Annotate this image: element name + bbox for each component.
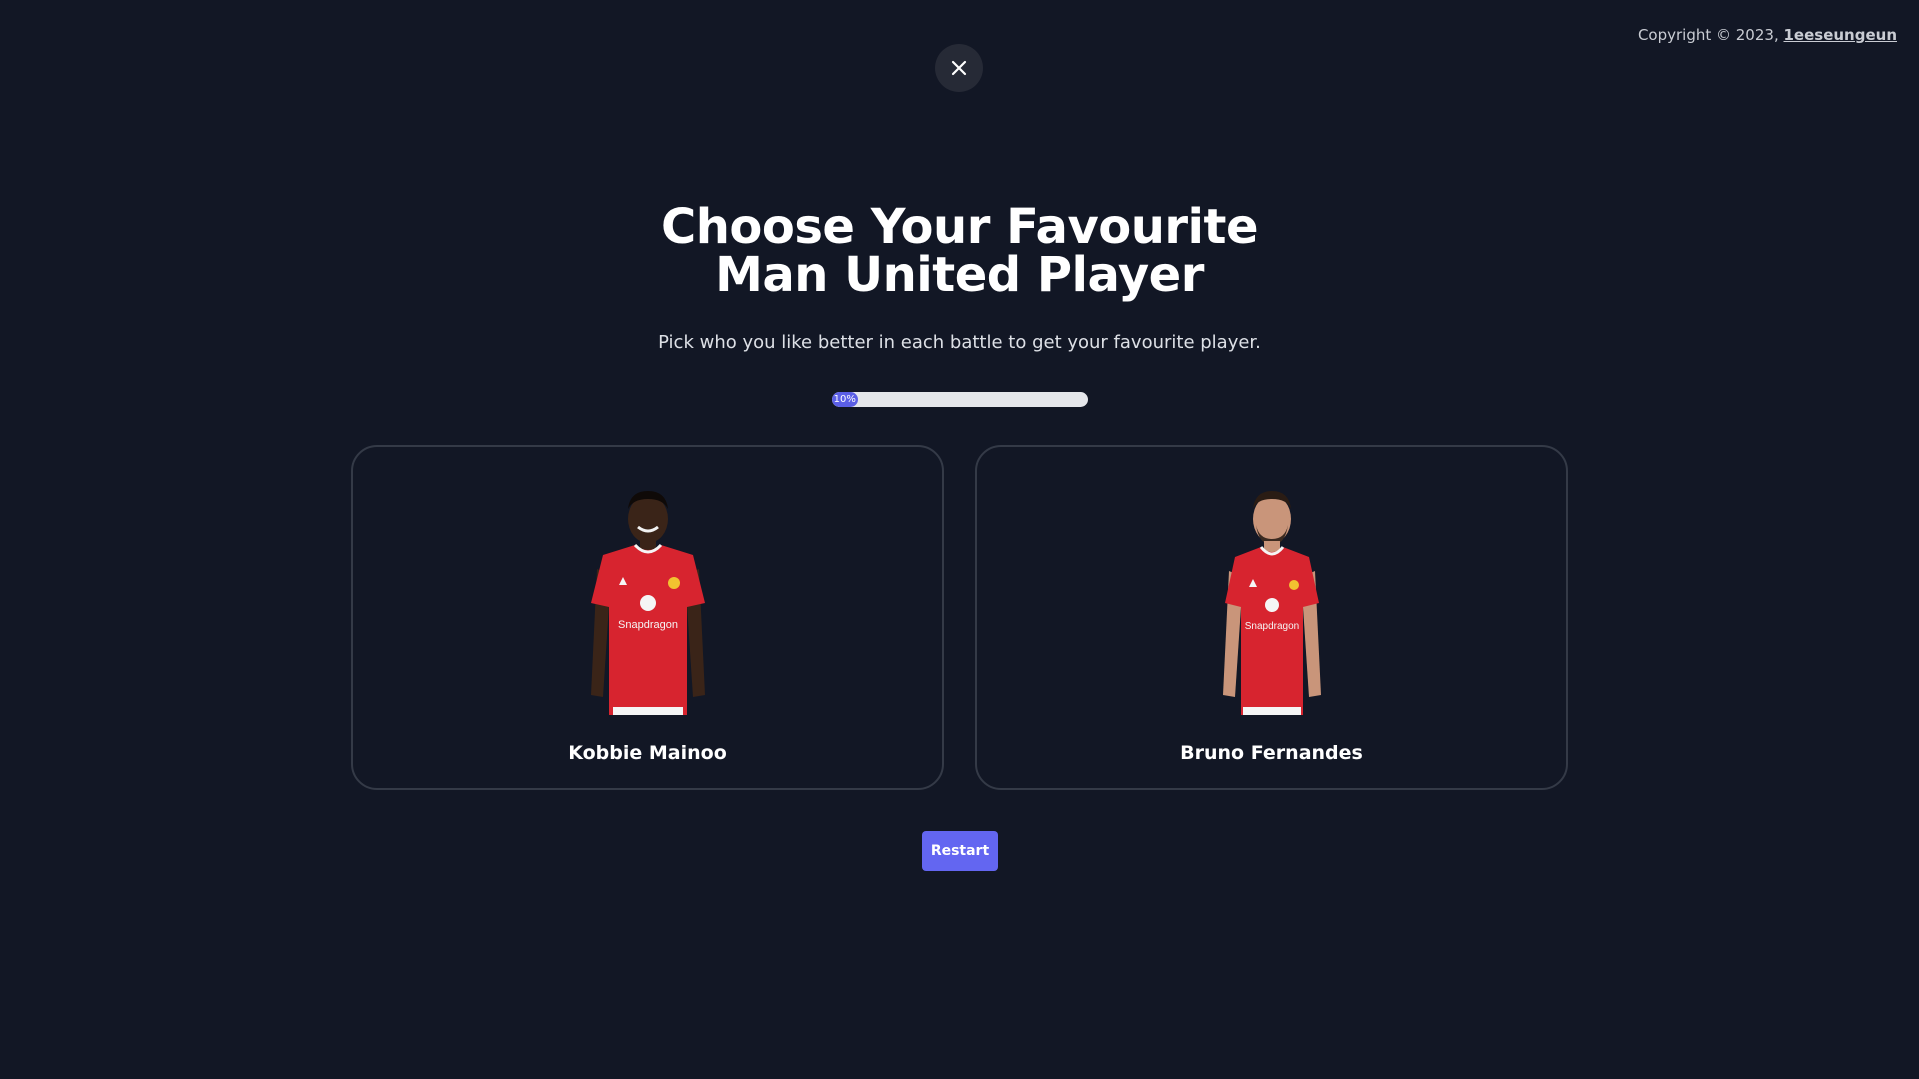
close-icon bbox=[951, 60, 967, 76]
progress-label: 10% bbox=[833, 394, 856, 405]
player-card-bruno-fernandes[interactable]: Snapdragon Bruno Fernandes bbox=[975, 445, 1568, 790]
restart-button[interactable]: Restart bbox=[922, 831, 998, 871]
page: Copyright © 2023, 1eeseungeun Choose You… bbox=[0, 0, 1919, 1079]
player-card-kobbie-mainoo[interactable]: Snapdragon Kobbie Mainoo bbox=[351, 445, 944, 790]
title-line-2: Man United Player bbox=[715, 247, 1204, 303]
player-name: Bruno Fernandes bbox=[1180, 742, 1363, 764]
copyright: Copyright © 2023, 1eeseungeun bbox=[1638, 26, 1897, 44]
player-photo: Snapdragon bbox=[1223, 491, 1321, 715]
svg-text:Snapdragon: Snapdragon bbox=[1245, 621, 1300, 632]
page-title: Choose Your Favourite Man United Player bbox=[0, 203, 1919, 299]
close-button[interactable] bbox=[935, 44, 983, 92]
progress-bar: 10% bbox=[832, 392, 1088, 407]
title-line-1: Choose Your Favourite bbox=[661, 199, 1259, 255]
author-link[interactable]: 1eeseungeun bbox=[1783, 26, 1897, 44]
player-name: Kobbie Mainoo bbox=[568, 742, 727, 764]
progress-fill: 10% bbox=[832, 392, 858, 407]
page-subtitle: Pick who you like better in each battle … bbox=[658, 332, 1261, 353]
copyright-text: Copyright © 2023, bbox=[1637, 26, 1784, 44]
svg-text:Snapdragon: Snapdragon bbox=[618, 619, 678, 631]
player-photo: Snapdragon bbox=[591, 491, 705, 715]
